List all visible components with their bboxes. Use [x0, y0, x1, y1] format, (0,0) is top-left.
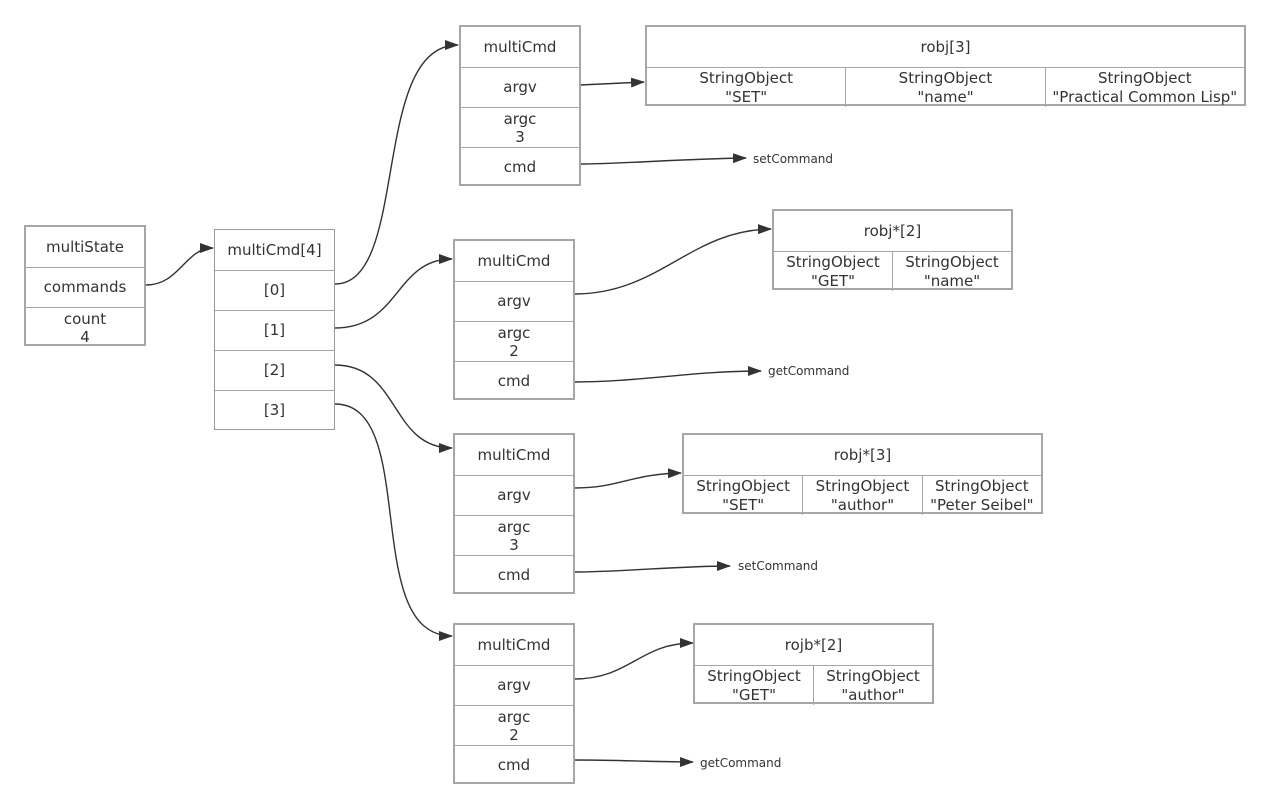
- cmd-field: cmd: [455, 555, 573, 595]
- cmd-field: cmd: [455, 361, 573, 401]
- edge-argv0-to-robj0: [579, 77, 645, 88]
- argc-value: 3: [515, 127, 525, 146]
- multicmd-title: multiCmd: [483, 37, 557, 56]
- edge-cmd1-to-getcommand: [573, 366, 762, 383]
- robj-node-3: rojb*[2] StringObject "GET" StringObject "…: [693, 623, 934, 705]
- string-object: StringObject "Practical Common Lisp": [1044, 68, 1244, 107]
- robj-node-1: robj*[2] StringObject "GET" StringObject "…: [772, 209, 1013, 291]
- multicmd-node-2: multiCmd argv argc 3 cmd: [453, 433, 575, 594]
- cmd-field: cmd: [455, 745, 573, 785]
- edge-cmd3-to-getcommand: [573, 756, 694, 767]
- multicmd-array-title: multiCmd[4]: [227, 240, 322, 259]
- array-slot-0: [0]: [215, 270, 334, 310]
- edge-slot2-to-multicmd2: [334, 364, 453, 453]
- argv-field: argv: [461, 67, 579, 107]
- count-value: 4: [80, 327, 90, 346]
- edge-cmd2-to-setcommand: [573, 561, 731, 573]
- argc-field: argc 3: [455, 515, 573, 555]
- argc-value: 2: [509, 341, 519, 360]
- robj-title: rojb*[2]: [784, 636, 843, 654]
- edge-slot0-to-multicmd0: [334, 40, 459, 285]
- array-slot-1: [1]: [215, 310, 334, 350]
- multicmd-title: multiCmd: [477, 445, 551, 464]
- array-slot-3: [3]: [215, 390, 334, 430]
- command-target-label-3: getCommand: [700, 756, 782, 770]
- command-target-label-1: getCommand: [768, 364, 850, 378]
- string-object: StringObject "name": [845, 68, 1044, 107]
- edge-argv1-to-robj1: [573, 224, 772, 295]
- multicmd-node-1: multiCmd argv argc 2 cmd: [453, 239, 575, 400]
- multicmd-title: multiCmd: [477, 635, 551, 654]
- edge-slot1-to-multicmd1: [334, 254, 453, 329]
- edge-commands-to-array: [145, 243, 214, 286]
- argc-label: argc: [503, 109, 537, 128]
- multicmd-node-3: multiCmd argv argc 2 cmd: [453, 623, 575, 784]
- multicmd-array-node: multiCmd[4] [0] [1] [2] [3]: [214, 229, 335, 430]
- cmd-field: cmd: [461, 147, 579, 187]
- argv-field: argv: [455, 281, 573, 321]
- multistate-title: multiState: [45, 237, 125, 256]
- edge-argv2-to-robj2: [573, 468, 682, 489]
- argc-value: 3: [509, 535, 519, 554]
- argc-label: argc: [497, 517, 531, 536]
- edge-cmd0-to-setcommand: [579, 153, 747, 165]
- string-object: StringObject "GET": [707, 666, 801, 704]
- multicmd-node-0: multiCmd argv argc 3 cmd: [459, 25, 581, 186]
- string-object: StringObject "name": [892, 252, 1011, 291]
- string-object: StringObject "GET": [786, 252, 880, 290]
- multistate-commands-field: commands: [26, 267, 144, 307]
- string-object: StringObject "SET": [699, 68, 793, 106]
- command-target-label-2: setCommand: [738, 559, 819, 573]
- robj-title: robj*[2]: [863, 222, 922, 240]
- string-object: StringObject "author": [802, 476, 921, 515]
- robj-title: robj[3]: [920, 38, 971, 56]
- string-object: StringObject "author": [813, 666, 932, 705]
- command-target-label-0: setCommand: [753, 152, 834, 166]
- argc-field: argc 3: [461, 107, 579, 147]
- argc-label: argc: [497, 323, 531, 342]
- argc-field: argc 2: [455, 321, 573, 361]
- argc-value: 2: [509, 725, 519, 744]
- edge-slot3-to-multicmd3: [334, 403, 453, 641]
- string-object: StringObject "SET": [696, 476, 790, 514]
- multistate-node: multiState commands count 4: [24, 225, 146, 346]
- robj-title: robj*[3]: [833, 446, 892, 464]
- multistate-count-field: count 4: [26, 307, 144, 347]
- multicmd-title: multiCmd: [477, 251, 551, 270]
- argc-field: argc 2: [455, 705, 573, 745]
- array-slot-2: [2]: [215, 350, 334, 390]
- robj-node-0: robj[3] StringObject "SET" StringObject "n…: [645, 25, 1246, 107]
- string-object: StringObject "Peter Seibel": [921, 476, 1041, 515]
- edge-argv3-to-robj3: [573, 638, 694, 680]
- argv-field: argv: [455, 475, 573, 515]
- edges-layer: [145, 40, 772, 767]
- robj-node-2: robj*[3] StringObject "SET" StringObject "…: [682, 433, 1043, 515]
- count-label: count: [63, 309, 107, 328]
- argv-field: argv: [455, 665, 573, 705]
- argc-label: argc: [497, 707, 531, 726]
